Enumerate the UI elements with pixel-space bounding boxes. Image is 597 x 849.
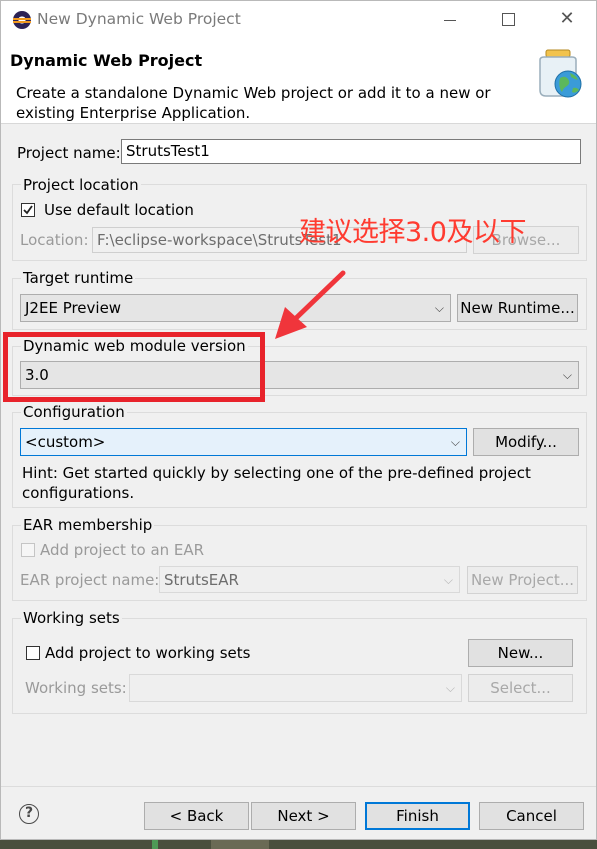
configuration-hint: Hint: Get started quickly by selecting o… — [22, 464, 531, 502]
modify-button[interactable]: Modify... — [473, 428, 579, 456]
taskbar-strip — [0, 840, 597, 849]
ear-membership-title: EAR membership — [21, 516, 155, 534]
page-title: Dynamic Web Project — [10, 51, 203, 70]
title-bar: New Dynamic Web Project ✕ — [1, 1, 596, 39]
project-location-title: Project location — [21, 176, 141, 194]
ear-project-name-label: EAR project name: — [20, 571, 160, 589]
project-name-label: Project name: — [17, 144, 121, 162]
dialog-window: New Dynamic Web Project ✕ Dynamic Web Pr… — [0, 0, 597, 840]
working-sets-title: Working sets — [21, 609, 122, 627]
close-icon: ✕ — [559, 8, 575, 29]
configuration-title: Configuration — [21, 403, 127, 421]
chevron-down-icon: ⌵ — [443, 573, 453, 587]
add-to-ear-label: Add project to an EAR — [40, 541, 205, 559]
working-sets-label: Working sets: — [25, 679, 127, 697]
chevron-down-icon: ⌵ — [450, 435, 460, 449]
new-working-set-button[interactable]: New... — [468, 639, 573, 667]
location-label: Location: — [20, 231, 89, 249]
select-working-sets-button[interactable]: Select... — [468, 674, 573, 702]
chevron-down-icon: ⌵ — [562, 368, 572, 382]
close-button[interactable]: ✕ — [538, 1, 596, 39]
eclipse-app-icon — [13, 11, 31, 29]
use-default-location-label: Use default location — [44, 201, 194, 219]
add-to-working-sets-checkbox[interactable] — [26, 646, 40, 660]
working-sets-select[interactable]: ⌵ — [129, 674, 462, 702]
add-to-working-sets-label: Add project to working sets — [45, 644, 251, 662]
minimize-button[interactable] — [421, 1, 479, 39]
chevron-down-icon: ⌵ — [434, 301, 444, 315]
project-name-input[interactable]: StrutsTest1 — [121, 139, 581, 164]
help-icon[interactable]: ? — [19, 804, 39, 824]
configuration-value: <custom> — [25, 433, 106, 451]
chevron-down-icon: ⌵ — [445, 681, 455, 695]
annotation-text: 建议选择3.0及以下 — [299, 217, 526, 248]
page-description: Create a standalone Dynamic Web project … — [16, 84, 491, 122]
wizard-banner: Dynamic Web Project Create a standalone … — [1, 39, 596, 124]
checkmark-icon — [23, 205, 33, 215]
target-runtime-title: Target runtime — [21, 269, 136, 287]
target-runtime-value: J2EE Preview — [25, 299, 122, 317]
finish-button[interactable]: Finish — [365, 802, 470, 830]
next-button[interactable]: Next > — [251, 802, 356, 830]
maximize-button[interactable] — [479, 1, 537, 39]
cancel-button[interactable]: Cancel — [479, 802, 584, 830]
new-runtime-button[interactable]: New Runtime... — [457, 294, 578, 322]
use-default-location-checkbox[interactable] — [21, 203, 35, 217]
footer-separator — [1, 786, 596, 787]
ear-project-name-value: StrutsEAR — [164, 571, 239, 589]
target-runtime-select[interactable]: J2EE Preview ⌵ — [20, 294, 451, 322]
ear-project-name-select[interactable]: StrutsEAR ⌵ — [159, 566, 460, 593]
minimize-icon — [444, 20, 456, 21]
new-ear-project-button[interactable]: New Project... — [467, 566, 578, 594]
window-title: New Dynamic Web Project — [37, 10, 241, 28]
configuration-select[interactable]: <custom> ⌵ — [20, 428, 467, 456]
add-to-ear-checkbox[interactable] — [21, 543, 35, 557]
web-project-jar-globe-icon — [539, 49, 582, 98]
back-button[interactable]: < Back — [144, 802, 249, 830]
maximize-icon — [502, 13, 515, 26]
annotation-highlight-box — [3, 332, 265, 402]
annotation-arrow-icon — [275, 270, 346, 339]
